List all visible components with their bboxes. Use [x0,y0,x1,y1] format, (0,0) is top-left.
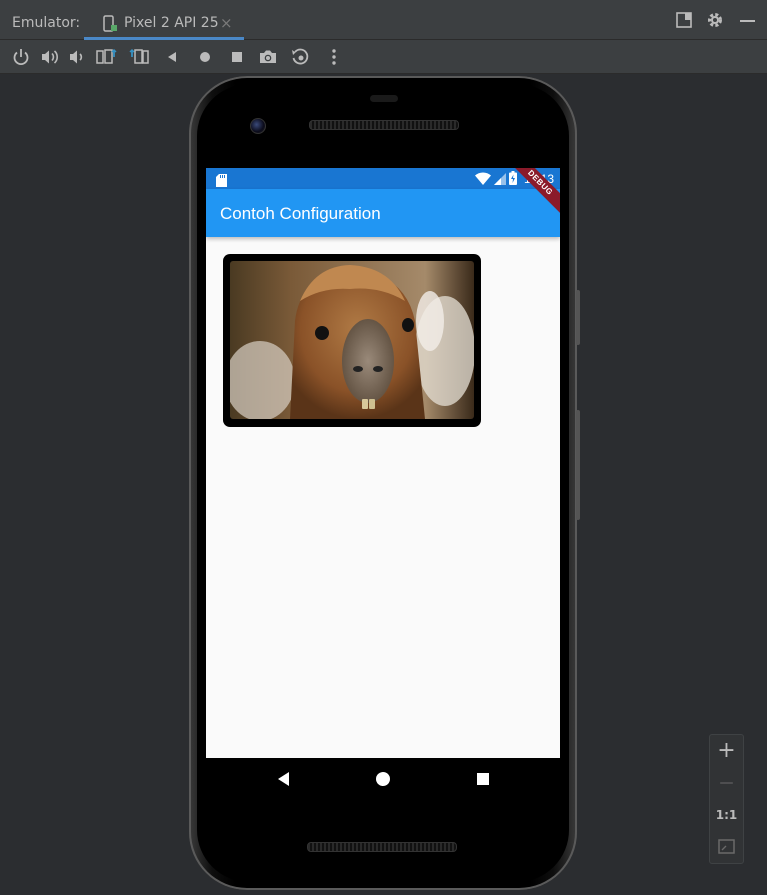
nav-back-icon[interactable] [275,770,293,788]
layout-toggle-icon[interactable] [675,11,695,31]
fit-screen-icon[interactable] [710,831,743,863]
image-card [223,254,481,427]
nav-overview-icon[interactable] [474,770,492,788]
device-tab-label: Pixel 2 API 25 [124,15,219,31]
app-bar: Contoh Configuration [206,189,560,237]
volume-down-icon[interactable] [67,47,87,67]
wifi-icon [474,170,491,189]
earpiece-speaker [309,120,459,130]
cell-signal-icon [493,170,506,189]
more-options-icon[interactable] [324,47,344,67]
actual-size-button[interactable]: 1:1 [710,799,743,831]
zoom-in-button[interactable]: + [710,735,743,767]
app-bar-title: Contoh Configuration [220,204,381,223]
home-icon[interactable] [195,47,215,67]
device-tab[interactable]: Pixel 2 API 25 × [84,6,244,40]
nav-home-icon[interactable] [374,770,392,788]
power-side-button[interactable] [576,290,580,345]
top-sensor [370,95,398,102]
volume-side-button[interactable] [576,410,580,520]
emulator-title-bar: Emulator: Pixel 2 API 25 × [0,0,767,40]
device-icon [102,15,118,37]
device-screen[interactable]: 12:13 Contoh Configuration DEBUG [206,168,560,758]
emulator-toolbar [0,40,767,74]
front-camera-icon [250,118,266,134]
camera-icon[interactable] [258,47,278,67]
emulator-panel-label: Emulator: [12,15,81,31]
rotate-right-icon[interactable] [129,47,151,67]
volume-up-icon[interactable] [39,47,59,67]
overview-icon[interactable] [227,47,247,67]
bottom-speaker [307,842,457,852]
llama-image [230,261,474,419]
close-tab-icon[interactable]: × [220,14,233,32]
zoom-out-button[interactable]: — [710,767,743,799]
rotate-left-icon[interactable] [95,47,117,67]
settings-gear-icon[interactable] [706,11,726,31]
system-navigation-bar [206,758,560,800]
power-icon[interactable] [11,47,31,67]
status-bar: 12:13 [206,168,560,189]
zoom-controls: + — 1:1 [709,734,744,864]
battery-icon [508,170,517,189]
minimize-icon[interactable] [738,11,758,31]
back-icon[interactable] [163,47,183,67]
snapshot-icon[interactable] [290,47,310,67]
